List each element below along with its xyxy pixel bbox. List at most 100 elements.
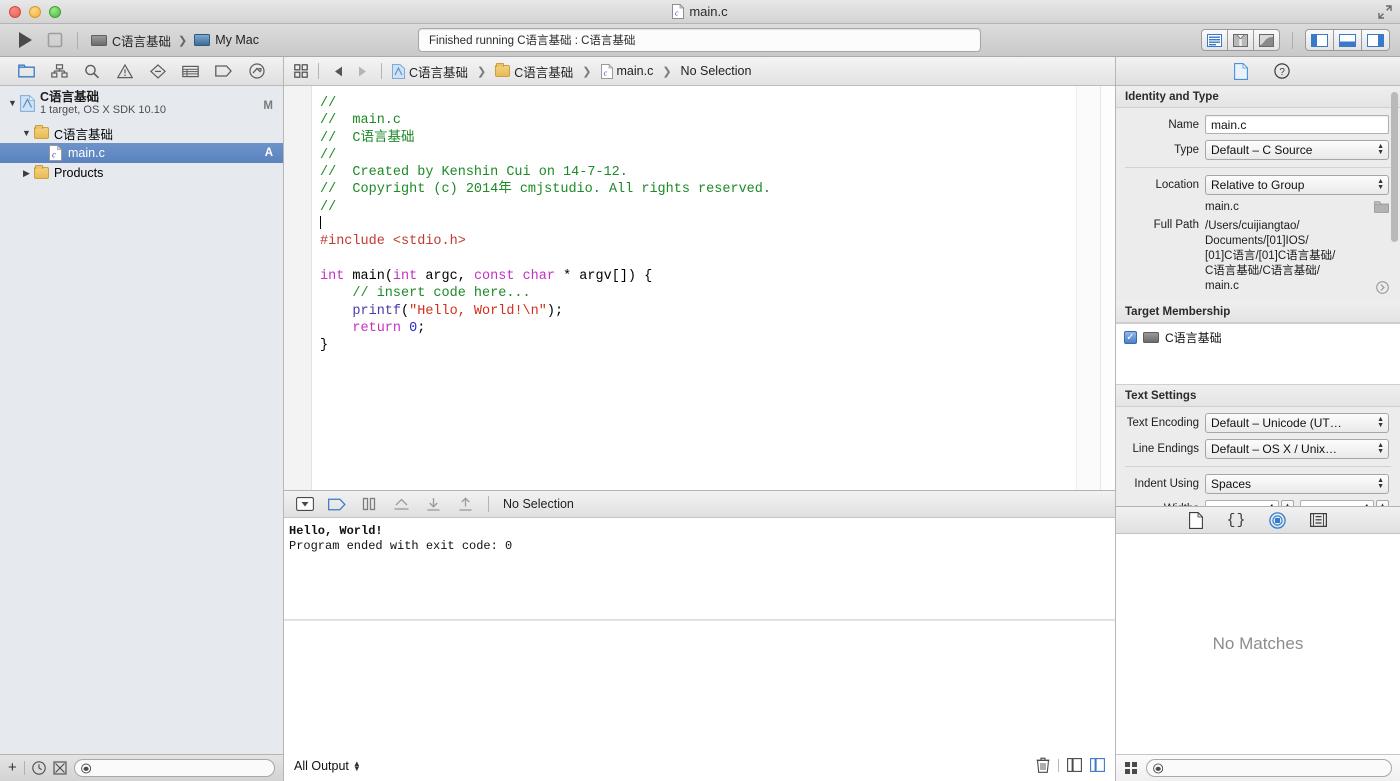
type-value: Default – C Source (1211, 143, 1312, 157)
quick-help-inspector-icon[interactable]: ? (1274, 63, 1290, 79)
indent-width-value[interactable]: 4 (1300, 500, 1374, 506)
full-path-line: main.c (1205, 279, 1370, 294)
location-popup[interactable]: Relative to Group ▲▼ (1205, 175, 1389, 195)
line-endings-popup[interactable]: Default – OS X / Unix… ▲▼ (1205, 439, 1389, 459)
assistant-editor-icon (1233, 34, 1248, 47)
indent-width-stepper[interactable]: 4 ▲▼ (1300, 500, 1389, 506)
library-filter-field[interactable] (1146, 759, 1392, 777)
tree-row-products[interactable]: ▶ Products (0, 163, 283, 183)
file-inspector-pane[interactable]: Identity and Type Name main.c Type Defau… (1116, 86, 1400, 506)
breadcrumb-selection[interactable]: No Selection (681, 64, 752, 78)
tree-row-project[interactable]: ▼ C语言基础 1 target, OS X SDK 10.10 M (0, 91, 283, 123)
go-back-button[interactable] (329, 66, 347, 77)
source-editor[interactable]: //// main.c// C语言基础//// Created by Kensh… (284, 86, 1115, 490)
step-over-button[interactable] (392, 495, 410, 513)
disclosure-triangle-open[interactable]: ▼ (20, 128, 33, 138)
stop-button[interactable] (40, 27, 70, 53)
standard-editor-icon (1207, 34, 1222, 47)
name-input[interactable]: main.c (1205, 115, 1389, 134)
toggle-utilities-button[interactable] (1361, 29, 1390, 51)
code-line: // insert code here... (320, 285, 1076, 302)
navigator-filter-input[interactable] (95, 762, 268, 774)
code-token: int (393, 269, 417, 284)
library-filter-input[interactable] (1167, 762, 1385, 774)
toggle-debug-area-button[interactable] (1333, 29, 1362, 51)
tab-width-stepper[interactable]: 4 ▲▼ (1205, 500, 1294, 506)
file-template-library-icon[interactable] (1189, 512, 1203, 529)
target-membership-list[interactable]: ✓ C语言基础 (1116, 323, 1400, 385)
breadcrumb-project[interactable]: C语言基础 (392, 62, 468, 81)
tab-debug-navigator[interactable] (179, 60, 203, 82)
go-forward-button[interactable] (353, 66, 371, 77)
tree-row-group[interactable]: ▼ C语言基础 (0, 123, 283, 143)
location-file-row: main.c (1116, 198, 1400, 216)
run-button[interactable] (10, 27, 40, 53)
file-inspector-icon[interactable] (1234, 63, 1248, 80)
debugbar-divider (488, 496, 489, 512)
filter-icon (81, 763, 91, 774)
source-code-text[interactable]: //// main.c// C语言基础//// Created by Kensh… (312, 86, 1076, 490)
variables-view-toggle[interactable] (1067, 758, 1082, 772)
tab-report-navigator[interactable] (245, 60, 269, 82)
code-token: ); (547, 304, 563, 319)
debug-panel-icon (1339, 34, 1356, 47)
disclosure-triangle-closed[interactable]: ▶ (20, 168, 33, 179)
library-grid-icon[interactable] (1124, 761, 1138, 775)
inspector-scrollbar[interactable] (1391, 92, 1398, 242)
code-token: // insert code here... (320, 286, 531, 301)
reveal-in-finder-icon[interactable] (1376, 281, 1389, 294)
breadcrumb-file[interactable]: c main.c (601, 64, 654, 79)
disclosure-triangle-open[interactable]: ▼ (6, 98, 19, 108)
tab-find-navigator[interactable] (80, 60, 104, 82)
console-output[interactable]: Hello, World!Program ended with exit cod… (284, 518, 1115, 620)
stepper-icon[interactable]: ▲▼ (1376, 500, 1389, 506)
choose-folder-icon[interactable] (1374, 201, 1389, 213)
source-control-filter-icon[interactable] (53, 761, 67, 775)
object-library-icon[interactable] (1269, 512, 1286, 529)
tab-test-navigator[interactable] (146, 60, 170, 82)
stepper-icon[interactable]: ▲▼ (1281, 500, 1294, 506)
tab-project-navigator[interactable] (14, 60, 38, 82)
line-endings-row: Line Endings Default – OS X / Unix… ▲▼ (1116, 436, 1400, 462)
standard-editor-button[interactable] (1201, 29, 1228, 51)
target-membership-item[interactable]: ✓ C语言基础 (1124, 329, 1392, 346)
editor-scrollbar[interactable] (1100, 86, 1115, 490)
code-snippet-library-icon[interactable]: { } (1227, 512, 1246, 529)
diamond-minus-icon (150, 64, 166, 79)
fullscreen-icon[interactable] (1378, 5, 1392, 19)
related-items-icon[interactable] (294, 64, 308, 78)
step-into-button[interactable] (424, 495, 442, 513)
text-encoding-label: Text Encoding (1121, 417, 1199, 429)
tab-issue-navigator[interactable] (113, 60, 137, 82)
version-editor-button[interactable] (1253, 29, 1280, 51)
tab-symbol-navigator[interactable] (47, 60, 71, 82)
text-encoding-popup[interactable]: Default – Unicode (UT… ▲▼ (1205, 413, 1389, 433)
media-library-icon[interactable] (1310, 513, 1327, 527)
scheme-selector[interactable]: C语言基础 ❯ My Mac (85, 29, 265, 52)
console-footer-buttons (1036, 757, 1105, 773)
assistant-editor-button[interactable] (1227, 29, 1254, 51)
recent-files-icon[interactable] (32, 761, 46, 775)
tab-breakpoint-navigator[interactable] (212, 60, 236, 82)
code-token: char (523, 269, 555, 284)
activate-console-button[interactable] (328, 495, 346, 513)
navigator-filter-field[interactable] (74, 759, 275, 777)
hide-debug-area-button[interactable] (296, 495, 314, 513)
toggle-navigator-button[interactable] (1305, 29, 1334, 51)
tab-width-value[interactable]: 4 (1205, 500, 1279, 506)
tree-row-main-c[interactable]: c main.c A (0, 143, 283, 163)
step-out-button[interactable] (456, 495, 474, 513)
breadcrumb-group[interactable]: C语言基础 (495, 62, 573, 81)
pause-button[interactable] (360, 495, 378, 513)
checkbox-checked[interactable]: ✓ (1124, 331, 1137, 344)
code-token (401, 321, 409, 336)
project-navigator-tree[interactable]: ▼ C语言基础 1 target, OS X SDK 10.10 M (0, 86, 283, 754)
editor-gutter[interactable] (284, 86, 312, 490)
output-filter-popup[interactable]: All Output ▲▼ (294, 759, 361, 773)
console-view-toggle[interactable] (1090, 758, 1105, 772)
trash-icon[interactable] (1036, 757, 1050, 773)
indent-using-popup[interactable]: Spaces ▲▼ (1205, 474, 1389, 494)
add-button[interactable]: + (8, 762, 17, 774)
type-popup[interactable]: Default – C Source ▲▼ (1205, 140, 1389, 160)
filter-divider (24, 761, 25, 775)
